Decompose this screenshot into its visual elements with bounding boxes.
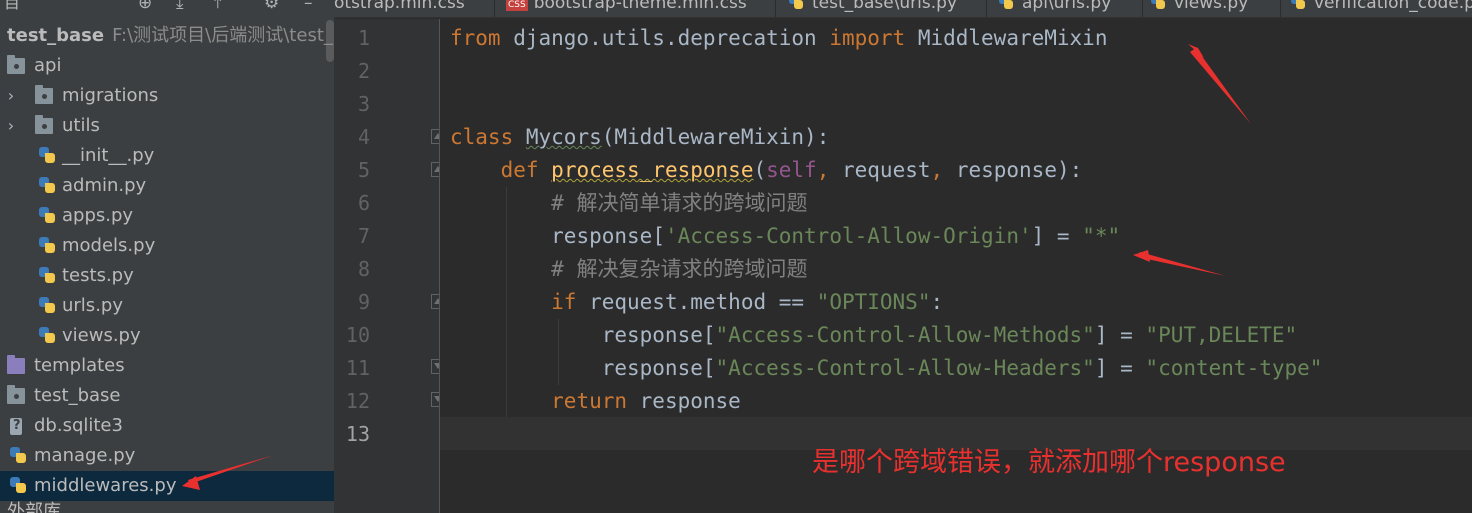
folder-icon xyxy=(35,85,53,104)
expand-all-icon[interactable]: ⤒ xyxy=(214,0,222,12)
line-number: 3 xyxy=(357,92,370,116)
editor-tab-bar: otstrap.min.css CSS bootstrap-theme.min.c… xyxy=(334,0,1472,18)
tree-item-label: db.sqlite3 xyxy=(34,415,123,436)
tree-item-apps-py[interactable]: apps.py xyxy=(0,201,334,231)
code-line-1: from django.utils.deprecation import Mid… xyxy=(450,26,1108,50)
root-name: test_base xyxy=(7,25,105,46)
project-sidebar: 目 ⊕ ⤓ ⤒ ⚙ – test_base F:\测试项目\后端测试\test_b… xyxy=(0,0,334,513)
tree-item-api[interactable]: api xyxy=(0,51,334,81)
code-line-6: # 解决简单请求的跨域问题 xyxy=(551,191,808,215)
code-line-7: response['Access-Control-Allow-Origin'] … xyxy=(551,224,1121,248)
code-editor[interactable]: from django.utils.deprecation import Mid… xyxy=(440,19,1472,513)
tab-bootstrap-min-css[interactable]: otstrap.min.css xyxy=(334,0,465,17)
tree-item-label: test_base xyxy=(34,385,121,406)
folder-icon xyxy=(35,115,53,134)
tree-item-label: templates xyxy=(34,355,125,376)
locate-icon[interactable]: ⊕ xyxy=(138,0,152,12)
tab-views-py[interactable]: views.py xyxy=(1150,0,1248,17)
root-path: F:\测试项目\后端测试\test_ba xyxy=(112,25,334,46)
tree-item-migrations[interactable]: › migrations xyxy=(0,81,334,111)
chevron-right-icon[interactable]: › xyxy=(4,111,18,141)
line-number: 7 xyxy=(357,224,370,248)
python-file-icon xyxy=(37,146,57,166)
tree-item-label: migrations xyxy=(62,85,159,106)
line-number: 11 xyxy=(345,356,370,380)
sidebar-toolbar: 目 ⊕ ⤓ ⤒ ⚙ – xyxy=(0,0,334,18)
tree-item-init-py[interactable]: __init__.py xyxy=(0,141,334,171)
tree-item-tests-py[interactable]: tests.py xyxy=(0,261,334,291)
tree-item-label: apps.py xyxy=(62,205,134,226)
python-file-icon xyxy=(1290,0,1306,10)
code-line-11: response["Access-Control-Allow-Headers"]… xyxy=(601,356,1323,380)
unknown-file-icon: ? xyxy=(7,418,25,435)
python-file-icon xyxy=(8,476,28,496)
tree-item-admin-py[interactable]: admin.py xyxy=(0,171,334,201)
css-file-icon: CSS xyxy=(506,0,528,11)
tree-item-models-py[interactable]: models.py xyxy=(0,231,334,261)
code-line-10: response["Access-Control-Allow-Methods"]… xyxy=(601,323,1298,347)
collapse-all-icon[interactable]: ⤓ xyxy=(176,0,184,12)
chevron-right-icon[interactable]: › xyxy=(4,81,18,111)
line-number: 5 xyxy=(357,158,370,182)
line-number: 9 xyxy=(357,290,370,314)
caret-line-highlight xyxy=(440,417,1472,450)
line-number: 2 xyxy=(357,59,370,83)
line-number: 8 xyxy=(357,257,370,281)
tree-item-utils[interactable]: › utils xyxy=(0,111,334,141)
python-file-icon xyxy=(1150,0,1166,10)
tree-item-manage-py[interactable]: manage.py xyxy=(0,441,334,471)
folder-icon xyxy=(7,55,25,74)
tree-item-external-libraries[interactable]: 外部库 xyxy=(0,497,334,513)
gear-icon[interactable]: ⚙ xyxy=(264,0,279,12)
python-file-icon xyxy=(37,326,57,346)
tree-item-label: views.py xyxy=(62,325,141,346)
python-file-icon xyxy=(37,236,57,256)
tree-item-label: api xyxy=(34,55,62,76)
tree-item-test-base[interactable]: test_base xyxy=(0,381,334,411)
line-number: 4 xyxy=(357,125,370,149)
python-file-icon xyxy=(37,266,57,286)
code-line-9: if request.method == "OPTIONS": xyxy=(551,290,944,314)
tree-item-views-py[interactable]: views.py xyxy=(0,321,334,351)
tree-item-label: 外部库 xyxy=(7,501,61,513)
tree-item-label: tests.py xyxy=(62,265,134,286)
code-line-12: return response xyxy=(551,389,741,413)
code-line-4: class Mycors(MiddlewareMixin): xyxy=(450,125,830,149)
tab-api-urls-py[interactable]: api\urls.py xyxy=(998,0,1111,17)
code-line-8: # 解决复杂请求的跨域问题 xyxy=(551,257,808,281)
tree-item-label: urls.py xyxy=(62,295,123,316)
tab-verification-code-py[interactable]: verification_code.p xyxy=(1290,0,1472,17)
tree-item-label: utils xyxy=(62,115,100,136)
python-file-icon xyxy=(998,0,1014,10)
project-menu-label[interactable]: 目 xyxy=(4,0,20,12)
tree-item-db-sqlite3[interactable]: ? db.sqlite3 xyxy=(0,411,334,441)
python-file-icon xyxy=(37,296,57,316)
folder-icon xyxy=(7,385,25,404)
tab-test-base-urls-py[interactable]: test_base\urls.py xyxy=(788,0,957,17)
tree-item-label: admin.py xyxy=(62,175,147,196)
tree-item-templates[interactable]: templates xyxy=(0,351,334,381)
line-number-gutter[interactable]: 1 2 3 4 5 6 7 8 9 10 11 12 13 xyxy=(334,19,445,513)
tree-root[interactable]: test_base F:\测试项目\后端测试\test_ba xyxy=(0,21,334,51)
python-file-icon xyxy=(37,206,57,226)
python-file-icon xyxy=(8,446,28,466)
line-number: 1 xyxy=(357,26,370,50)
python-file-icon xyxy=(37,176,57,196)
tree-item-urls-py[interactable]: urls.py xyxy=(0,291,334,321)
tab-bootstrap-theme-min-css[interactable]: CSS bootstrap-theme.min.css xyxy=(506,0,747,17)
folder-icon xyxy=(7,355,25,374)
tree-item-label: models.py xyxy=(62,235,156,256)
line-number-current: 13 xyxy=(345,422,370,446)
hide-icon[interactable]: – xyxy=(304,0,313,12)
tree-item-label: __init__.py xyxy=(62,145,155,166)
python-file-icon xyxy=(788,0,804,10)
line-number: 6 xyxy=(357,191,370,215)
line-number: 12 xyxy=(345,389,370,413)
line-number: 10 xyxy=(345,323,370,347)
tree-item-label: manage.py xyxy=(34,445,136,466)
code-line-5: def process_response(self, request, resp… xyxy=(500,158,1083,182)
